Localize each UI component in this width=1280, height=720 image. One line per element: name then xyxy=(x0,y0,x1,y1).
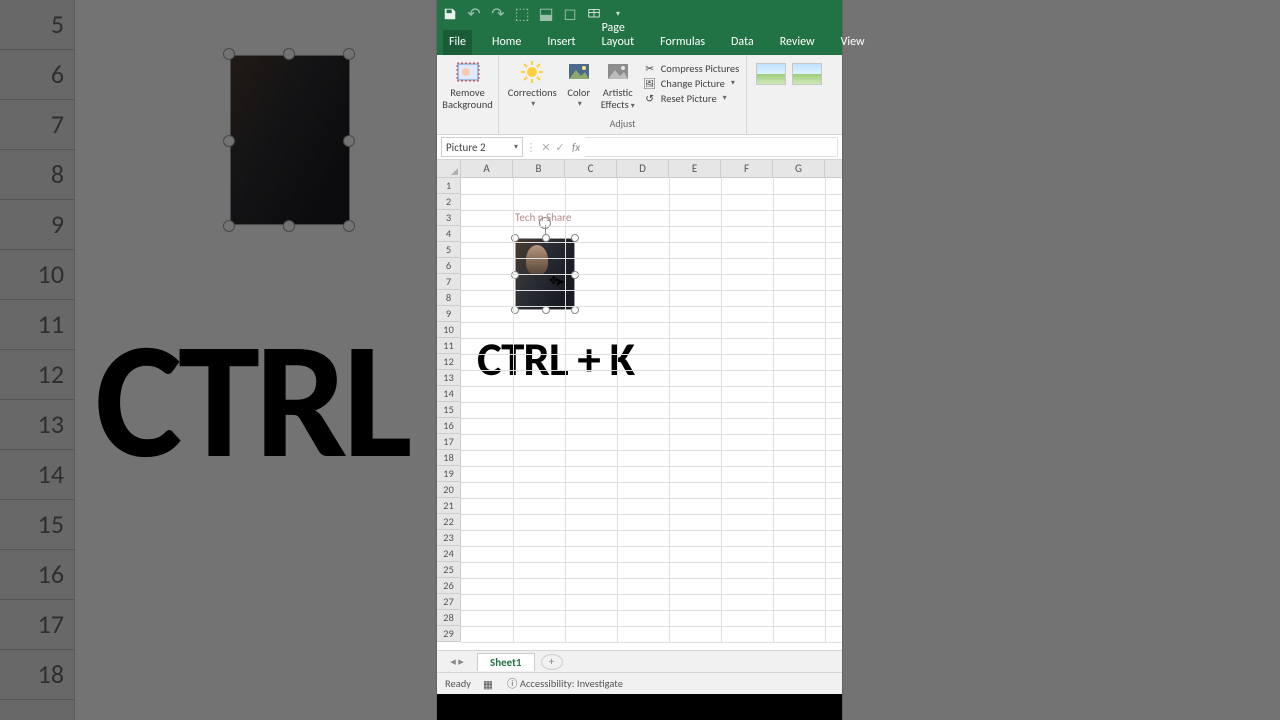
sheet-nav-buttons[interactable]: ◂ ▸ xyxy=(437,655,477,668)
redo-icon[interactable]: ↷ xyxy=(491,7,505,21)
phone-bottom-bar xyxy=(437,694,842,720)
undo-icon[interactable]: ↶ xyxy=(467,7,481,21)
row-header[interactable]: 7 xyxy=(437,274,460,290)
column-header[interactable]: G xyxy=(773,160,825,177)
row-header[interactable]: 13 xyxy=(437,370,460,386)
row-header[interactable]: 26 xyxy=(437,578,460,594)
row-header[interactable]: 3 xyxy=(437,210,460,226)
sheet-tab-sheet1[interactable]: Sheet1 xyxy=(477,653,535,671)
qat-customize-icon[interactable]: ▾ xyxy=(611,7,625,21)
resize-handle[interactable] xyxy=(542,306,550,314)
move-cursor-icon: ✥➤ xyxy=(549,273,569,288)
column-header[interactable]: E xyxy=(669,160,721,177)
tab-view[interactable]: View xyxy=(835,30,871,55)
ribbon-tabs: File Home Insert Page Layout Formulas Da… xyxy=(437,27,842,55)
formula-bar-row: Picture 2 ▾ ⋮ ✕ ✓ fx xyxy=(437,135,842,160)
row-header[interactable]: 22 xyxy=(437,514,460,530)
ribbon: Remove Background Corrections▾ Color▾ Ar… xyxy=(437,55,842,135)
remove-background-icon xyxy=(456,60,480,84)
artistic-effects-button[interactable]: Artistic Effects▾ xyxy=(599,59,637,112)
row-header[interactable]: 23 xyxy=(437,530,460,546)
row-header[interactable]: 16 xyxy=(437,418,460,434)
column-header[interactable]: B xyxy=(513,160,565,177)
column-header[interactable]: D xyxy=(617,160,669,177)
save-icon[interactable] xyxy=(443,7,457,21)
row-header[interactable]: 28 xyxy=(437,610,460,626)
tab-data[interactable]: Data xyxy=(725,30,760,55)
status-bar: Ready ▦ ⓘ Accessibility: Investigate xyxy=(437,672,842,694)
row-header[interactable]: 25 xyxy=(437,562,460,578)
row-header[interactable]: 14 xyxy=(437,386,460,402)
row-header[interactable]: 17 xyxy=(437,434,460,450)
select-all-button[interactable] xyxy=(437,160,461,177)
remove-background-button[interactable]: Remove Background xyxy=(440,59,494,110)
fx-icon[interactable]: fx xyxy=(567,140,585,154)
row-header[interactable]: 18 xyxy=(437,450,460,466)
tab-insert[interactable]: Insert xyxy=(541,30,581,55)
column-header[interactable]: C xyxy=(565,160,617,177)
formula-cancel-icon: ✕ xyxy=(539,141,553,154)
sheet-tab-bar: ◂ ▸ Sheet1 + xyxy=(437,650,842,672)
row-header[interactable]: 10 xyxy=(437,322,460,338)
row-header[interactable]: 5 xyxy=(437,242,460,258)
bg-selected-picture xyxy=(230,55,350,225)
resize-handle[interactable] xyxy=(571,271,579,279)
row-header[interactable]: 15 xyxy=(437,402,460,418)
column-header[interactable]: F xyxy=(721,160,773,177)
corrections-button[interactable]: Corrections▾ xyxy=(506,59,559,112)
accessibility-icon: ⓘ xyxy=(507,677,518,690)
color-button[interactable]: Color▾ xyxy=(565,59,593,112)
row-header[interactable]: 20 xyxy=(437,482,460,498)
qat-icon-4[interactable]: ⬚ xyxy=(515,7,529,21)
row-header[interactable]: 11 xyxy=(437,338,460,354)
worksheet-grid[interactable]: ABCDEFG 12345678910111213141516171819202… xyxy=(437,160,842,650)
formula-bar[interactable] xyxy=(585,137,838,157)
row-header[interactable]: 27 xyxy=(437,594,460,610)
picture-style-1[interactable] xyxy=(756,63,786,85)
excel-window: ↶ ↷ ⬚ ⬓ ◻ ▾ File Home Insert Page Layout… xyxy=(437,0,842,720)
tab-home[interactable]: Home xyxy=(486,30,527,55)
group-label-adjust: Adjust xyxy=(610,117,636,132)
tab-file[interactable]: File xyxy=(443,30,472,55)
column-header[interactable]: A xyxy=(461,160,513,177)
resize-handle[interactable] xyxy=(571,306,579,314)
compress-icon: ✂ xyxy=(643,61,657,75)
new-sheet-button[interactable]: + xyxy=(541,654,563,670)
tab-formulas[interactable]: Formulas xyxy=(654,30,711,55)
row-header[interactable]: 2 xyxy=(437,194,460,210)
row-header[interactable]: 29 xyxy=(437,626,460,642)
row-header[interactable]: 12 xyxy=(437,354,460,370)
row-header[interactable]: 9 xyxy=(437,306,460,322)
row-header[interactable]: 1 xyxy=(437,178,460,194)
name-box-dropdown-icon[interactable]: ▾ xyxy=(514,142,518,152)
name-box[interactable]: Picture 2 ▾ xyxy=(441,137,523,157)
row-header[interactable]: 6 xyxy=(437,258,460,274)
picture-style-2[interactable] xyxy=(792,63,822,85)
change-picture-icon: 🖼 xyxy=(643,76,657,90)
color-icon xyxy=(567,60,591,84)
change-picture-button[interactable]: 🖼Change Picture▾ xyxy=(643,76,740,90)
rotation-handle[interactable] xyxy=(539,217,551,229)
resize-handle[interactable] xyxy=(571,234,579,242)
qat-icon-6[interactable]: ◻ xyxy=(563,7,577,21)
macro-record-icon[interactable]: ▦ xyxy=(483,678,495,690)
reset-picture-icon: ↺ xyxy=(643,91,657,105)
status-ready: Ready xyxy=(445,677,471,690)
resize-handle[interactable] xyxy=(542,234,550,242)
corrections-icon xyxy=(520,60,544,84)
status-accessibility[interactable]: ⓘ Accessibility: Investigate xyxy=(507,676,623,691)
row-header[interactable]: 4 xyxy=(437,226,460,242)
artistic-effects-icon xyxy=(606,60,630,84)
row-header[interactable]: 8 xyxy=(437,290,460,306)
compress-pictures-button[interactable]: ✂Compress Pictures xyxy=(643,61,740,75)
tab-review[interactable]: Review xyxy=(774,30,821,55)
row-header[interactable]: 21 xyxy=(437,498,460,514)
qat-icon-5[interactable]: ⬓ xyxy=(539,7,553,21)
row-header[interactable]: 24 xyxy=(437,546,460,562)
tab-page-layout[interactable]: Page Layout xyxy=(596,16,641,55)
row-header[interactable]: 19 xyxy=(437,466,460,482)
reset-picture-button[interactable]: ↺Reset Picture▾ xyxy=(643,91,740,105)
formula-enter-icon: ✓ xyxy=(553,141,567,154)
